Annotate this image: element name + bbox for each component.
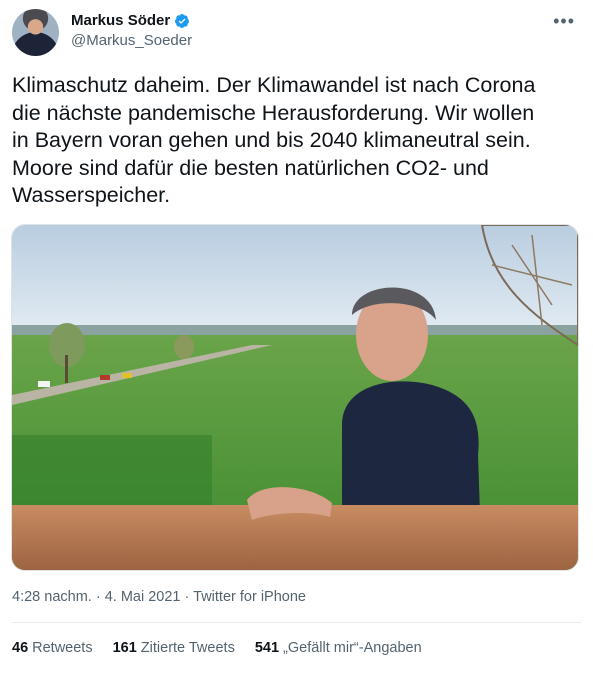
author-display-name[interactable]: Markus Söder xyxy=(71,11,170,30)
tweet-date[interactable]: 4. Mai 2021 xyxy=(105,589,181,605)
retweets-label: Retweets xyxy=(32,640,93,656)
tweet-stats: 46 Retweets 161 Zitierte Tweets 541 „Gefäll… xyxy=(12,640,422,656)
car-white xyxy=(38,381,50,387)
quotes-stat[interactable]: 161 Zitierte Tweets xyxy=(113,640,235,656)
tweet-text: Klimaschutz daheim. Der Klimawandel ist … xyxy=(12,73,536,207)
tweet-time[interactable]: 4:28 nachm. xyxy=(12,589,92,605)
car-red xyxy=(100,375,110,380)
tree-mid xyxy=(174,335,194,359)
author-handle[interactable]: @Markus_Soeder xyxy=(71,31,192,51)
tweet-meta: 4:28 nachm. · 4. Mai 2021 · Twitter for … xyxy=(12,589,306,605)
tree-trunk xyxy=(65,355,68,383)
quotes-count: 161 xyxy=(112,640,137,656)
car-yellow xyxy=(122,373,132,378)
retweets-count: 46 xyxy=(12,640,29,656)
author-name-row[interactable]: Markus Söder xyxy=(71,11,192,30)
tweet-header: Markus Söder @Markus_Soeder ••• xyxy=(12,9,581,57)
more-icon[interactable]: ••• xyxy=(553,11,575,32)
tweet-source[interactable]: Twitter for iPhone xyxy=(193,589,306,605)
retweets-stat[interactable]: 46 Retweets xyxy=(12,640,93,656)
likes-label: „Gefällt mir“-Angaben xyxy=(283,640,422,656)
likes-stat[interactable]: 541 „Gefällt mir“-Angaben xyxy=(255,640,422,656)
meta-separator: · xyxy=(184,589,190,605)
verified-badge-icon xyxy=(175,13,190,28)
meta-separator: · xyxy=(95,589,101,605)
tweet-photo[interactable] xyxy=(11,224,579,571)
author-block: Markus Söder @Markus_Soeder xyxy=(71,11,192,51)
quotes-label: Zitierte Tweets xyxy=(140,640,235,656)
sky xyxy=(12,225,578,335)
divider xyxy=(12,622,581,623)
likes-count: 541 xyxy=(254,640,280,656)
wooden-railing xyxy=(12,505,578,570)
avatar[interactable] xyxy=(12,9,59,56)
photo-illustration xyxy=(12,225,578,570)
